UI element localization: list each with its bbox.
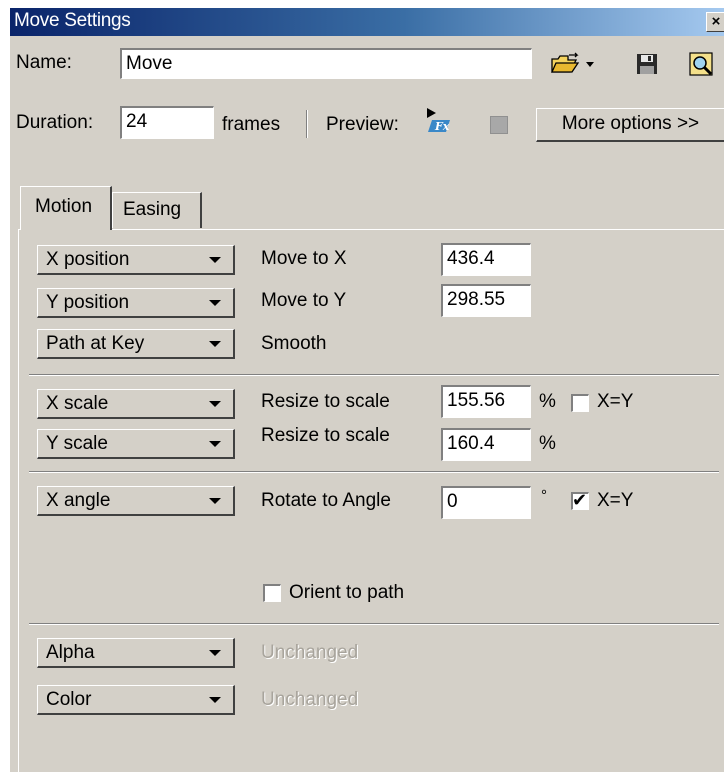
preview-label: Preview: [326, 114, 399, 135]
name-input[interactable]: Move [120, 48, 532, 79]
path-at-key-dropdown[interactable]: Path at Key [37, 329, 235, 359]
y-position-dropdown-label: Y position [46, 292, 130, 313]
checkmark-icon: ✔ [572, 490, 588, 510]
move-to-y-input[interactable]: 298.55 [441, 284, 531, 317]
floppy-save-icon[interactable] [636, 53, 658, 75]
x-scale-xy-checkbox[interactable] [571, 394, 589, 412]
x-angle-dropdown[interactable]: X angle [37, 486, 235, 516]
more-options-button[interactable]: More options >> [536, 108, 724, 142]
chevron-down-icon [209, 650, 221, 656]
chevron-down-icon [209, 300, 221, 306]
color-state-label: Unchanged [261, 689, 359, 710]
move-to-y-label: Move to Y [261, 290, 347, 311]
tab-easing[interactable]: Easing [112, 192, 202, 228]
motion-panel: X position Move to X 436.4 Y position Mo… [18, 229, 724, 772]
move-to-x-label: Move to X [261, 248, 347, 269]
x-position-dropdown-label: X position [46, 249, 130, 270]
folder-open-icon[interactable] [550, 52, 596, 76]
move-to-x-input[interactable]: 436.4 [441, 243, 531, 276]
stop-icon[interactable] [490, 116, 508, 134]
magnifier-icon[interactable] [688, 51, 718, 77]
header-divider [306, 110, 308, 138]
chevron-down-icon [209, 697, 221, 703]
alpha-state-label: Unchanged [261, 642, 359, 663]
duration-label: Duration: [16, 112, 94, 133]
orient-to-path-label: Orient to path [289, 582, 405, 603]
y-scale-dropdown[interactable]: Y scale [37, 429, 235, 459]
alpha-dropdown-label: Alpha [46, 642, 95, 663]
frames-label: frames [222, 114, 281, 135]
x-angle-dropdown-label: X angle [46, 490, 111, 511]
angle-xy-checkbox[interactable]: ✔ [571, 490, 589, 510]
orient-to-path-checkbox[interactable] [263, 584, 281, 602]
x-scale-unit: % [539, 391, 556, 412]
x-scale-xy-label: X=Y [597, 391, 634, 412]
x-resize-label: Resize to scale [261, 391, 390, 412]
y-scale-unit: % [539, 433, 556, 454]
path-mode-label: Smooth [261, 333, 327, 354]
color-dropdown-label: Color [46, 689, 92, 710]
move-settings-window: Move Settings × Name: Move Duration: 24 … [8, 8, 724, 772]
fx-preview-icon[interactable]: Fx [424, 106, 454, 136]
y-position-dropdown[interactable]: Y position [37, 288, 235, 318]
angle-xy-label: X=Y [597, 490, 634, 511]
chevron-down-icon [209, 441, 221, 447]
separator [29, 374, 719, 376]
chevron-down-icon [209, 401, 221, 407]
y-scale-dropdown-label: Y scale [46, 433, 108, 454]
angle-unit: ° [541, 487, 547, 504]
separator [29, 471, 719, 473]
chevron-down-icon [209, 341, 221, 347]
tab-motion[interactable]: Motion [20, 186, 112, 230]
x-position-dropdown[interactable]: X position [37, 245, 235, 275]
tab-easing-label: Easing [123, 199, 182, 220]
chevron-down-icon [209, 257, 221, 263]
y-scale-input[interactable]: 160.4 [441, 428, 531, 461]
path-at-key-dropdown-label: Path at Key [46, 333, 145, 354]
x-scale-input[interactable]: 155.56 [441, 385, 531, 418]
chevron-down-icon [209, 498, 221, 504]
x-scale-dropdown[interactable]: X scale [37, 389, 235, 419]
separator [29, 623, 719, 625]
name-label: Name: [16, 52, 72, 73]
alpha-dropdown[interactable]: Alpha [37, 638, 235, 668]
color-dropdown[interactable]: Color [37, 685, 235, 715]
svg-text:Fx: Fx [434, 120, 450, 133]
rotate-label: Rotate to Angle [261, 490, 391, 511]
angle-input[interactable]: 0 [441, 486, 531, 519]
y-resize-label: Resize to scale [261, 425, 390, 446]
close-icon[interactable]: × [706, 12, 724, 32]
duration-input[interactable]: 24 [120, 106, 214, 139]
tab-motion-label: Motion [35, 196, 93, 217]
window-title: Move Settings [14, 10, 131, 31]
x-scale-dropdown-label: X scale [46, 393, 109, 414]
title-bar[interactable]: Move Settings × [10, 8, 724, 36]
